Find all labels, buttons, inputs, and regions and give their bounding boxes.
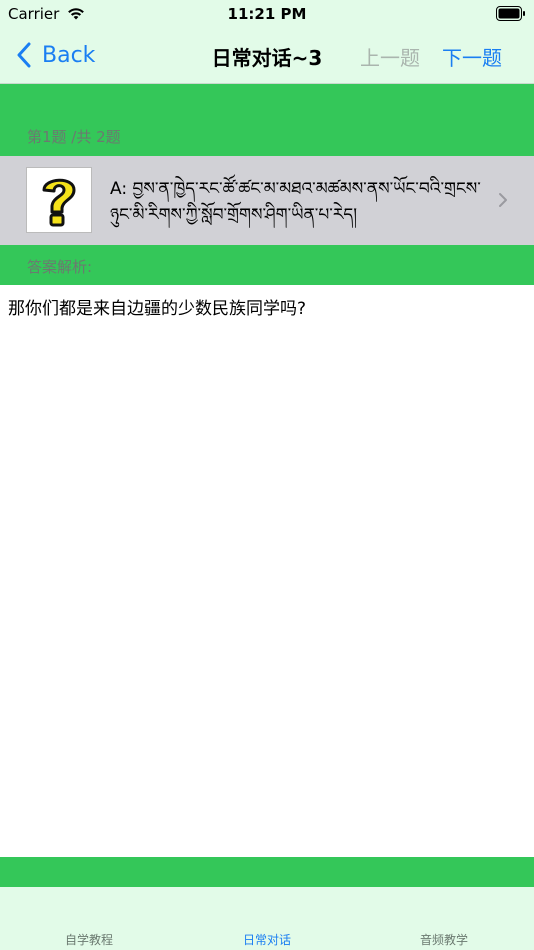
chevron-right-icon	[499, 193, 507, 207]
tab-audio-teaching[interactable]: 音频教学	[384, 931, 504, 948]
answer-text: 那你们都是来自边疆的少数民族同学吗?	[8, 299, 307, 319]
tab-bar: 自学教程 日常对话 音频教学	[0, 887, 534, 950]
question-counter: 第1题 /共 2题	[27, 128, 121, 146]
chevron-left-icon	[17, 42, 31, 68]
battery-icon	[496, 6, 525, 21]
answer-label: 答案解析:	[27, 258, 93, 276]
question-text: A: བྱས་ན་ཁྱེད་རང་ཚོ་ཚང་མ་མཐའ་མཚམས་ནས་ཡོང…	[110, 179, 481, 225]
tab-self-study[interactable]: 自学教程	[29, 931, 149, 948]
back-button[interactable]: Back	[16, 40, 95, 70]
next-question-button[interactable]: 下一题	[442, 42, 502, 71]
previous-question-button[interactable]: 上一题	[360, 42, 420, 71]
question-mark-icon	[26, 167, 92, 233]
footer-band	[0, 857, 534, 887]
status-bar: Carrier 11:21 PM	[0, 0, 534, 28]
tab-daily-conversation[interactable]: 日常对话	[207, 931, 327, 948]
navigation-bar: Back 日常对话~3 上一题 下一题	[0, 28, 534, 84]
question-row[interactable]: A: བྱས་ན་ཁྱེད་རང་ཚོ་ཚང་མ་མཐའ་མཚམས་ནས་ཡོང…	[0, 156, 534, 245]
status-time: 11:21 PM	[227, 5, 307, 23]
back-label: Back	[42, 42, 96, 68]
